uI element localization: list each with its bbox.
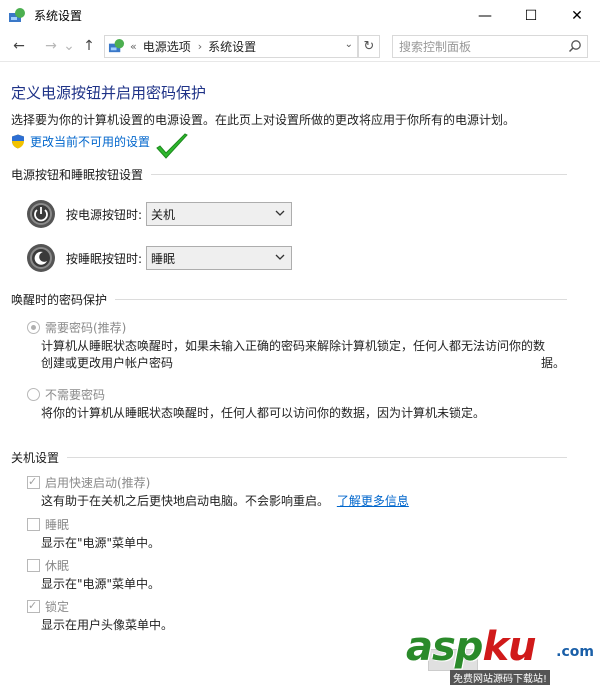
chevron-right-icon[interactable]: › <box>198 40 202 53</box>
chevron-down-icon <box>275 254 285 260</box>
window-controls: — ☐ ✕ <box>462 0 600 31</box>
hibernate-desc: 显示在"电源"菜单中。 <box>41 577 161 591</box>
search-icon[interactable] <box>568 39 582 53</box>
watermark-logo: aspku .com 免费网站源码下载站! <box>406 624 596 685</box>
section-divider <box>67 457 567 458</box>
up-button[interactable]: ↑ <box>78 35 100 57</box>
title-bar: 系统设置 — ☐ ✕ <box>0 0 600 31</box>
sleep-button-select[interactable]: 睡眠 <box>146 246 292 270</box>
require-password-radio[interactable] <box>27 321 40 334</box>
no-password-option[interactable]: 不需要密码 <box>27 386 105 403</box>
refresh-button[interactable]: ↻ <box>358 35 380 58</box>
maximize-button[interactable]: ☐ <box>508 0 554 31</box>
fast-startup-label: 启用快速启动(推荐) <box>45 476 151 490</box>
lock-checkbox[interactable]: ✓ <box>27 599 40 613</box>
watermark-text: aspku <box>406 624 537 670</box>
fast-startup-checkbox[interactable]: ✓ <box>27 475 40 489</box>
sleep-option[interactable]: 睡眠 <box>27 516 69 533</box>
section-label: 电源按钮和睡眠按钮设置 <box>11 168 144 182</box>
sleep-label: 睡眠 <box>45 518 70 532</box>
sleep-desc: 显示在"电源"菜单中。 <box>41 536 161 550</box>
hibernate-label: 休眠 <box>45 559 70 573</box>
power-button-label: 按电源按钮时: <box>66 207 143 222</box>
no-password-label: 不需要密码 <box>45 388 106 402</box>
shutdown-section-header: 关机设置 <box>11 449 567 466</box>
recent-locations-button[interactable]: ⌄ <box>62 35 76 57</box>
control-panel-icon <box>9 7 25 22</box>
lock-label: 锁定 <box>45 600 70 614</box>
no-password-desc: 将你的计算机从睡眠状态唤醒时，任何人都可以访问你的数据，因为计算机未锁定。 <box>41 406 486 420</box>
require-password-desc: 计算机从睡眠状态唤醒时，如果未输入正确的密码来解除计算机锁定，任何人都无法访问你… <box>41 339 546 353</box>
watermark-domain: .com <box>556 644 594 660</box>
sleep-button-label: 按睡眠按钮时: <box>66 251 143 266</box>
control-panel-icon <box>108 38 125 53</box>
address-bar[interactable]: « 电源选项 › 系统设置 ⌄ <box>104 35 358 58</box>
power-icon <box>27 200 55 228</box>
hibernate-option[interactable]: 休眠 <box>27 557 69 574</box>
change-settings-link[interactable]: 更改当前不可用的设置 <box>11 133 150 150</box>
checkmark-annotation-icon <box>156 133 188 159</box>
checkmark-icon: ✓ <box>28 599 38 612</box>
chevron-down-icon[interactable]: ⌄ <box>345 39 353 50</box>
power-button-select[interactable]: 关机 <box>146 202 292 226</box>
fast-startup-option[interactable]: ✓ 启用快速启动(推荐) <box>27 474 150 491</box>
search-box[interactable]: 搜索控制面板 <box>392 35 588 58</box>
learn-more-link[interactable]: 了解更多信息 <box>337 494 409 508</box>
breadcrumb-system-settings[interactable]: 系统设置 <box>208 38 256 55</box>
window-title: 系统设置 <box>34 9 83 23</box>
no-password-radio[interactable] <box>27 388 40 401</box>
watermark-subtitle: 免费网站源码下载站! <box>450 670 551 685</box>
page-description: 选择要为你的计算机设置的电源设置。在此页上对设置所做的更改将应用于你所有的电源计… <box>11 113 516 127</box>
back-button[interactable]: ← <box>8 35 30 57</box>
section-divider <box>115 299 567 300</box>
navigation-bar: ← → ⌄ ↑ « 电源选项 › 系统设置 ⌄ ↻ 搜索控制面板 <box>0 31 600 62</box>
sleep-button-row: 按睡眠按钮时: 睡眠 <box>26 243 292 273</box>
sleep-checkbox[interactable] <box>27 518 40 531</box>
wake-password-section-header: 唤醒时的密码保护 <box>11 291 567 308</box>
section-divider <box>151 174 567 175</box>
section-label: 唤醒时的密码保护 <box>11 293 108 307</box>
breadcrumb-power-options[interactable]: 电源选项 <box>143 38 191 55</box>
content-area: 定义电源按钮并启用密码保护 选择要为你的计算机设置的电源设置。在此页上对设置所做… <box>0 62 600 688</box>
chevron-down-icon <box>275 210 285 216</box>
lock-option[interactable]: ✓ 锁定 <box>27 598 69 615</box>
fast-startup-desc: 这有助于在关机之后更快地启动电脑。不会影响重启。 了解更多信息 <box>41 492 409 509</box>
require-password-label: 需要密码(推荐) <box>45 321 127 335</box>
power-buttons-section-header: 电源按钮和睡眠按钮设置 <box>11 166 567 183</box>
search-input[interactable]: 搜索控制面板 <box>399 38 471 55</box>
power-button-value: 关机 <box>151 207 176 222</box>
close-button[interactable]: ✕ <box>554 0 600 31</box>
minimize-button[interactable]: — <box>462 0 508 31</box>
forward-button[interactable]: → <box>40 35 62 57</box>
hibernate-checkbox[interactable] <box>27 559 40 572</box>
sleep-button-value: 睡眠 <box>151 251 176 266</box>
require-password-option[interactable]: 需要密码(推荐) <box>27 319 126 336</box>
sleep-moon-icon <box>27 244 55 272</box>
power-button-row: 按电源按钮时: 关机 <box>26 199 292 229</box>
page-title: 定义电源按钮并启用密码保护 <box>11 84 207 102</box>
uac-shield-icon <box>12 134 24 149</box>
checkmark-icon: ✓ <box>28 475 38 488</box>
fast-startup-desc-text: 这有助于在关机之后更快地启动电脑。不会影响重启。 <box>41 494 330 508</box>
section-label: 关机设置 <box>11 451 60 465</box>
breadcrumb-overflow[interactable]: « <box>130 40 137 53</box>
require-password-desc-cont: 据。 <box>541 356 566 370</box>
change-settings-link-label[interactable]: 更改当前不可用的设置 <box>30 133 150 150</box>
create-password-link[interactable]: 创建或更改用户帐户密码 <box>41 354 173 371</box>
lock-desc: 显示在用户头像菜单中。 <box>41 618 174 632</box>
